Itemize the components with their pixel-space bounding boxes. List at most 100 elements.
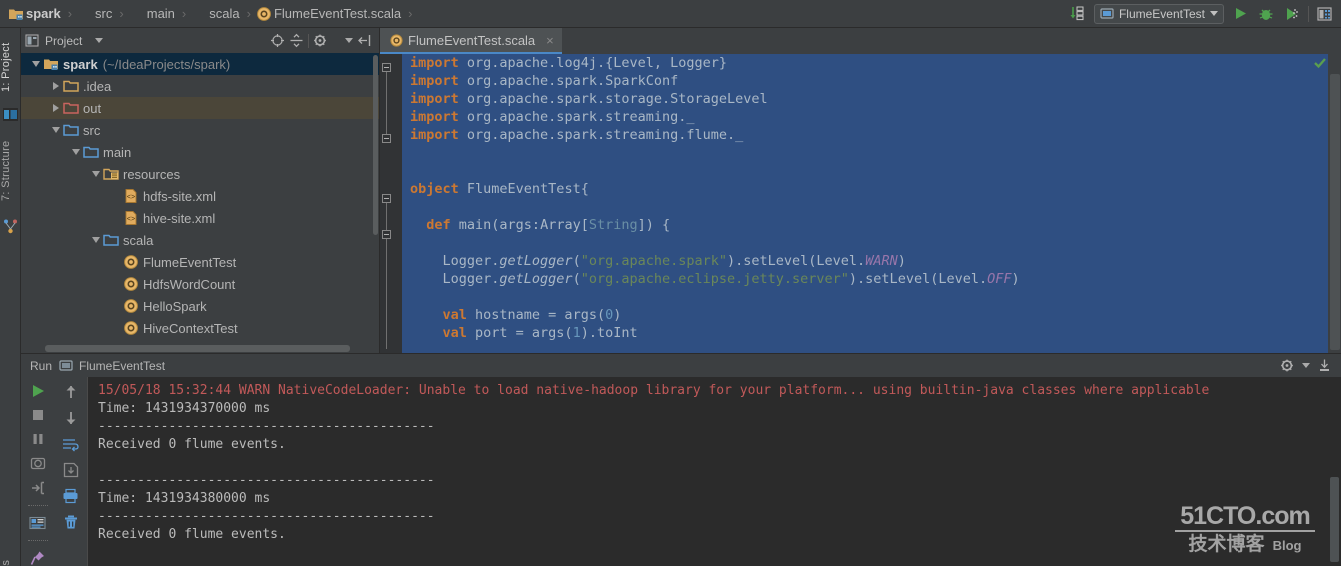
gear-icon[interactable]	[1280, 358, 1295, 373]
target-icon[interactable]	[270, 33, 285, 48]
tree-node-main[interactable]: main	[21, 141, 379, 163]
project-panel-title: Project	[45, 34, 82, 48]
console-line: ----------------------------------------…	[98, 418, 1341, 436]
console-line: Received 0 flume events.	[98, 526, 1341, 544]
tree-node-flumeeventtest[interactable]: FlumeEventTest	[21, 251, 379, 273]
tree-node-src[interactable]: src	[21, 119, 379, 141]
chevron-down-icon[interactable]	[69, 149, 83, 155]
print-icon[interactable]	[60, 486, 82, 506]
console-scrollbar[interactable]	[1330, 477, 1339, 562]
collapse-all-icon[interactable]	[289, 33, 304, 48]
fold-column[interactable]	[380, 54, 394, 353]
down-arrow-icon[interactable]	[60, 408, 82, 428]
tree-horizontal-scrollbar[interactable]	[45, 345, 350, 352]
breadcrumb-item-main[interactable]: main	[129, 0, 177, 27]
code-line: import org.apache.spark.streaming.flume.…	[410, 126, 1341, 144]
svg-text:<>: <>	[127, 194, 135, 202]
tree-node-label: .idea	[79, 79, 111, 94]
camera-icon[interactable]	[27, 454, 49, 472]
breadcrumb-label: spark	[24, 6, 63, 21]
toolbar-divider	[1308, 6, 1309, 22]
up-arrow-icon[interactable]	[60, 382, 82, 402]
hide-panel-icon[interactable]	[357, 33, 372, 48]
fold-marker-object[interactable]	[382, 194, 391, 203]
breadcrumb-item-src[interactable]: src	[77, 0, 114, 27]
debug-button[interactable]	[1256, 4, 1276, 24]
code-text[interactable]: import org.apache.log4j.{Level, Logger} i…	[410, 54, 1341, 342]
chevron-right-icon[interactable]	[49, 104, 63, 112]
run-panel-body: 51CTO.com 技术博客Blog 15/05/18 15:32:44 WAR…	[21, 377, 1341, 566]
code-line	[410, 288, 1341, 306]
run-configuration-selector[interactable]: FlumeEventTest	[1094, 4, 1224, 24]
chevron-down-icon[interactable]	[1302, 363, 1310, 368]
chevron-down-icon[interactable]	[89, 171, 103, 177]
code-token: org.apache.spark.streaming.flume._	[467, 127, 743, 143]
tree-node-resources[interactable]: resources	[21, 163, 379, 185]
breadcrumb-label: scala	[207, 6, 241, 21]
layout-toggle-button[interactable]	[1315, 4, 1335, 24]
tree-node-hdfswordcount[interactable]: HdfsWordCount	[21, 273, 379, 295]
tree-node-spark[interactable]: spark(~/IdeaProjects/spark)	[21, 53, 379, 75]
chevron-down-icon[interactable]	[89, 237, 103, 243]
chevron-down-icon[interactable]	[29, 61, 43, 67]
fold-marker-imports[interactable]	[382, 63, 391, 72]
code-token: ).setLevel(Level.	[849, 271, 987, 287]
soft-wrap-icon[interactable]	[60, 434, 82, 454]
tree-vertical-scrollbar[interactable]	[373, 55, 378, 235]
project-icon	[2, 106, 19, 123]
ok-check-icon	[1313, 56, 1327, 70]
editor-scrollbar[interactable]	[1330, 74, 1340, 350]
chevron-right-icon[interactable]	[49, 82, 63, 90]
sidebar-item-project[interactable]: 1: Project	[0, 32, 21, 102]
tree-node-label: src	[79, 123, 100, 138]
sidebar-item-structure[interactable]: 7: Structure	[0, 128, 21, 214]
module-folder-icon	[43, 56, 59, 72]
pin-icon[interactable]	[27, 549, 49, 566]
chevron-down-icon[interactable]	[1210, 11, 1218, 16]
tree-node-hdfs-site-xml[interactable]: <>hdfs-site.xml	[21, 185, 379, 207]
run-with-coverage-button[interactable]	[1282, 4, 1302, 24]
tree-node-out[interactable]: out	[21, 97, 379, 119]
svg-text:<>: <>	[127, 216, 135, 224]
code-token: 1	[573, 325, 581, 341]
export-icon[interactable]	[27, 479, 49, 497]
fold-marker-imports-end[interactable]	[382, 134, 391, 143]
scala-object-icon	[123, 276, 139, 292]
rerun-play-icon[interactable]	[27, 382, 49, 400]
breadcrumb-item-spark[interactable]: spark	[8, 0, 63, 27]
console-output[interactable]: 51CTO.com 技术博客Blog 15/05/18 15:32:44 WAR…	[87, 377, 1341, 566]
chevron-down-icon[interactable]	[95, 38, 103, 43]
gear-icon[interactable]	[313, 33, 328, 48]
code-line: import org.apache.log4j.{Level, Logger}	[410, 54, 1341, 72]
breadcrumb-item-flumeeventtest-scala[interactable]: FlumeEventTest.scala	[256, 0, 403, 27]
save-icon[interactable]	[60, 460, 82, 480]
hide-panel-icon[interactable]	[1317, 358, 1332, 373]
code-token: object	[410, 181, 467, 197]
tree-node-hivecontexttest[interactable]: HiveContextTest	[21, 317, 379, 339]
toolbar-separator	[28, 505, 48, 506]
tree-node-label: HdfsWordCount	[139, 277, 235, 292]
run-button[interactable]	[1230, 4, 1250, 24]
code-token: port = args(	[475, 325, 573, 341]
chevron-down-icon[interactable]	[49, 127, 63, 133]
sidebar-item-favorites[interactable]: es	[0, 544, 21, 566]
tree-node-hive-site-xml[interactable]: <>hive-site.xml	[21, 207, 379, 229]
tree-node-label: HiveContextTest	[139, 321, 238, 336]
stop-icon[interactable]	[27, 406, 49, 424]
code-editor[interactable]: import org.apache.log4j.{Level, Logger} i…	[380, 54, 1341, 353]
run-config-icon	[1100, 7, 1114, 21]
fold-marker-method[interactable]	[382, 230, 391, 239]
close-icon[interactable]: ×	[546, 33, 554, 48]
pause-icon[interactable]	[27, 430, 49, 448]
sort-numeric-icon[interactable]	[1068, 4, 1088, 24]
tree-node-hellospark[interactable]: HelloSpark	[21, 295, 379, 317]
tree-node-scala[interactable]: scala	[21, 229, 379, 251]
console-icon[interactable]	[27, 514, 49, 532]
project-tree[interactable]: spark(~/IdeaProjects/spark) .idea out src ma…	[21, 53, 379, 353]
editor-tab-flumeeventtest[interactable]: FlumeEventTest.scala ×	[380, 28, 562, 54]
chevron-down-icon[interactable]	[345, 38, 353, 43]
breadcrumb-item-scala[interactable]: scala	[191, 0, 241, 27]
trash-icon[interactable]	[60, 512, 82, 532]
tree-node--idea[interactable]: .idea	[21, 75, 379, 97]
code-token: (	[573, 271, 581, 287]
